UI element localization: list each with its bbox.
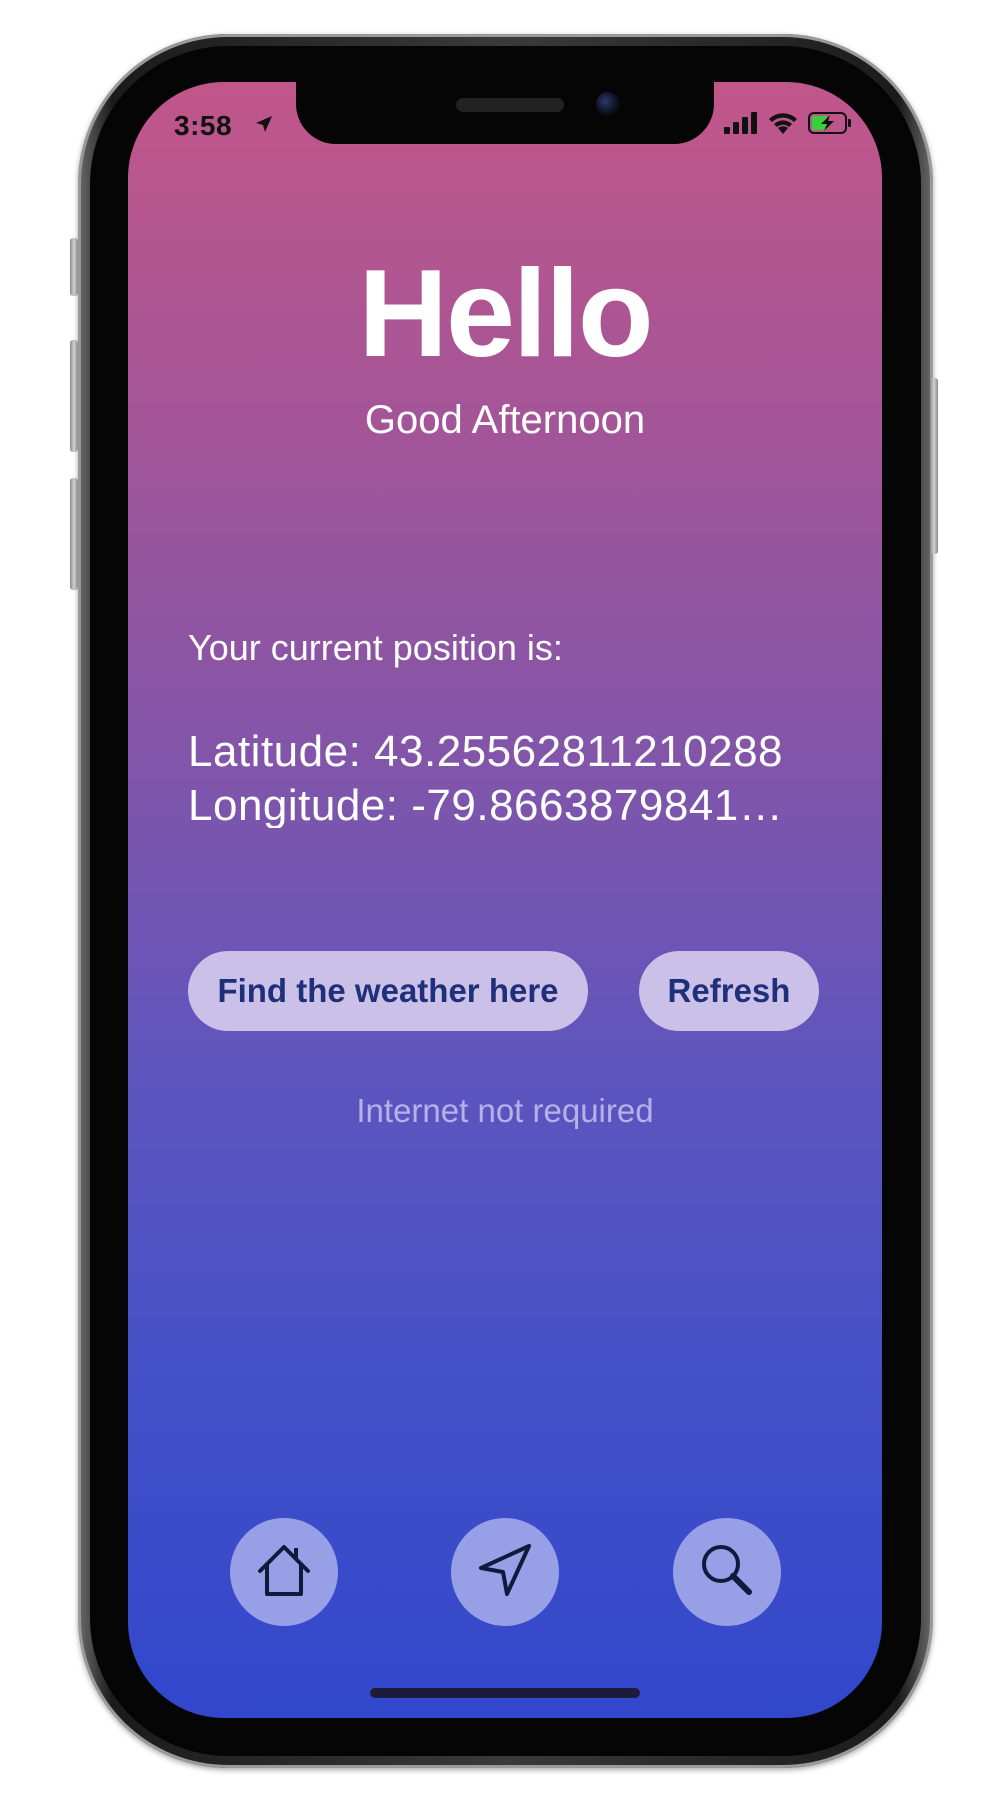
- location-arrow-icon: [254, 114, 274, 139]
- status-indicators: [724, 112, 852, 139]
- search-icon: [695, 1538, 759, 1607]
- power-button: [930, 378, 938, 554]
- app-screen: 3:58 Hello Good Afternoon Your current p…: [128, 82, 882, 1718]
- refresh-button[interactable]: Refresh: [639, 951, 819, 1031]
- navigation-arrow-icon: [473, 1538, 537, 1607]
- home-icon: [252, 1538, 316, 1607]
- earpiece-speaker: [456, 98, 564, 112]
- status-time: 3:58: [174, 110, 233, 141]
- find-weather-button[interactable]: Find the weather here: [188, 951, 588, 1031]
- page-title: Hello: [358, 245, 653, 383]
- volume-down-button: [70, 478, 78, 590]
- latitude-value: Latitude: 43.25562811210288: [188, 730, 784, 774]
- wifi-icon: [768, 112, 798, 139]
- device-notch: [296, 82, 714, 144]
- home-tab-button[interactable]: [230, 1518, 338, 1626]
- locate-tab-button[interactable]: [451, 1518, 559, 1626]
- greeting-subtitle: Good Afternoon: [364, 398, 646, 442]
- search-tab-button[interactable]: [673, 1518, 781, 1626]
- battery-charging-icon: [808, 112, 852, 139]
- longitude-value: Longitude: -79.8663879841…: [188, 784, 784, 828]
- silent-switch: [70, 238, 78, 296]
- offline-hint: Internet not required: [356, 1092, 654, 1129]
- position-label: Your current position is:: [188, 627, 563, 668]
- home-indicator[interactable]: [370, 1688, 640, 1698]
- front-camera: [596, 92, 620, 116]
- cellular-signal-icon: [724, 112, 758, 139]
- volume-up-button: [70, 340, 78, 452]
